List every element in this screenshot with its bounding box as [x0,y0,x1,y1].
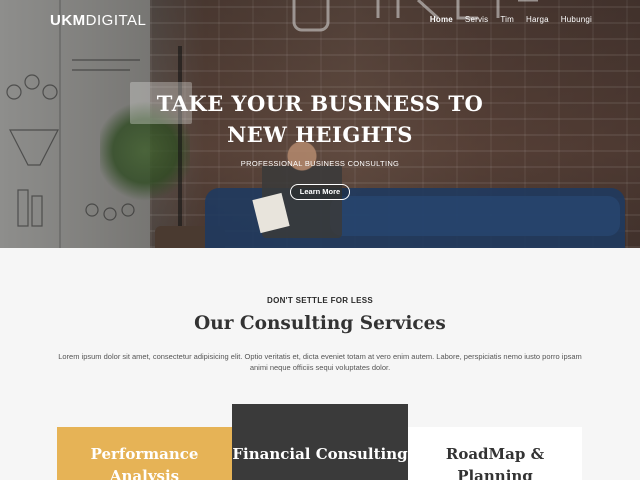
service-card-title: Financial Consulting [232,445,408,463]
logo-digital: DIGITAL [85,12,147,29]
nav-tim[interactable]: Tim [500,15,514,24]
service-card-financial[interactable]: Financial Consulting [232,404,408,480]
service-card-performance[interactable]: Performance Analysis [57,427,232,480]
services-kicker: DON'T SETTLE FOR LESS [267,296,373,305]
service-card-roadmap[interactable]: RoadMap & Planning [408,427,582,480]
hero-title-line1: TAKE YOUR BUSINESS TO [156,91,484,116]
nav-home[interactable]: Home [430,15,453,24]
hero-title-line2: NEW HEIGHTS [227,122,413,147]
site-logo[interactable]: UKM DIGITAL [50,12,146,30]
hero-section: UKM DIGITAL Home Servis Tim Harga Hubungi… [0,0,640,248]
hero-title: TAKE YOUR BUSINESS TO NEW HEIGHTS [0,88,640,150]
nav-servis[interactable]: Servis [465,15,488,24]
learn-more-button[interactable]: Learn More [290,184,350,200]
service-card-title: RoadMap & Planning [445,445,545,480]
logo-ukm: UKM [50,12,86,29]
main-nav: Home Servis Tim Harga Hubungi [430,15,592,24]
hero-subtitle: PROFESSIONAL BUSINESS CONSULTING [240,159,400,168]
services-title: Our Consulting Services [194,313,446,334]
nav-hubungi[interactable]: Hubungi [561,15,592,24]
sofa-cushion [330,196,620,236]
nav-harga[interactable]: Harga [526,15,549,24]
service-card-title: Performance Analysis [90,445,199,480]
services-lead: Lorem ipsum dolor sit amet, consectetur … [58,352,582,372]
